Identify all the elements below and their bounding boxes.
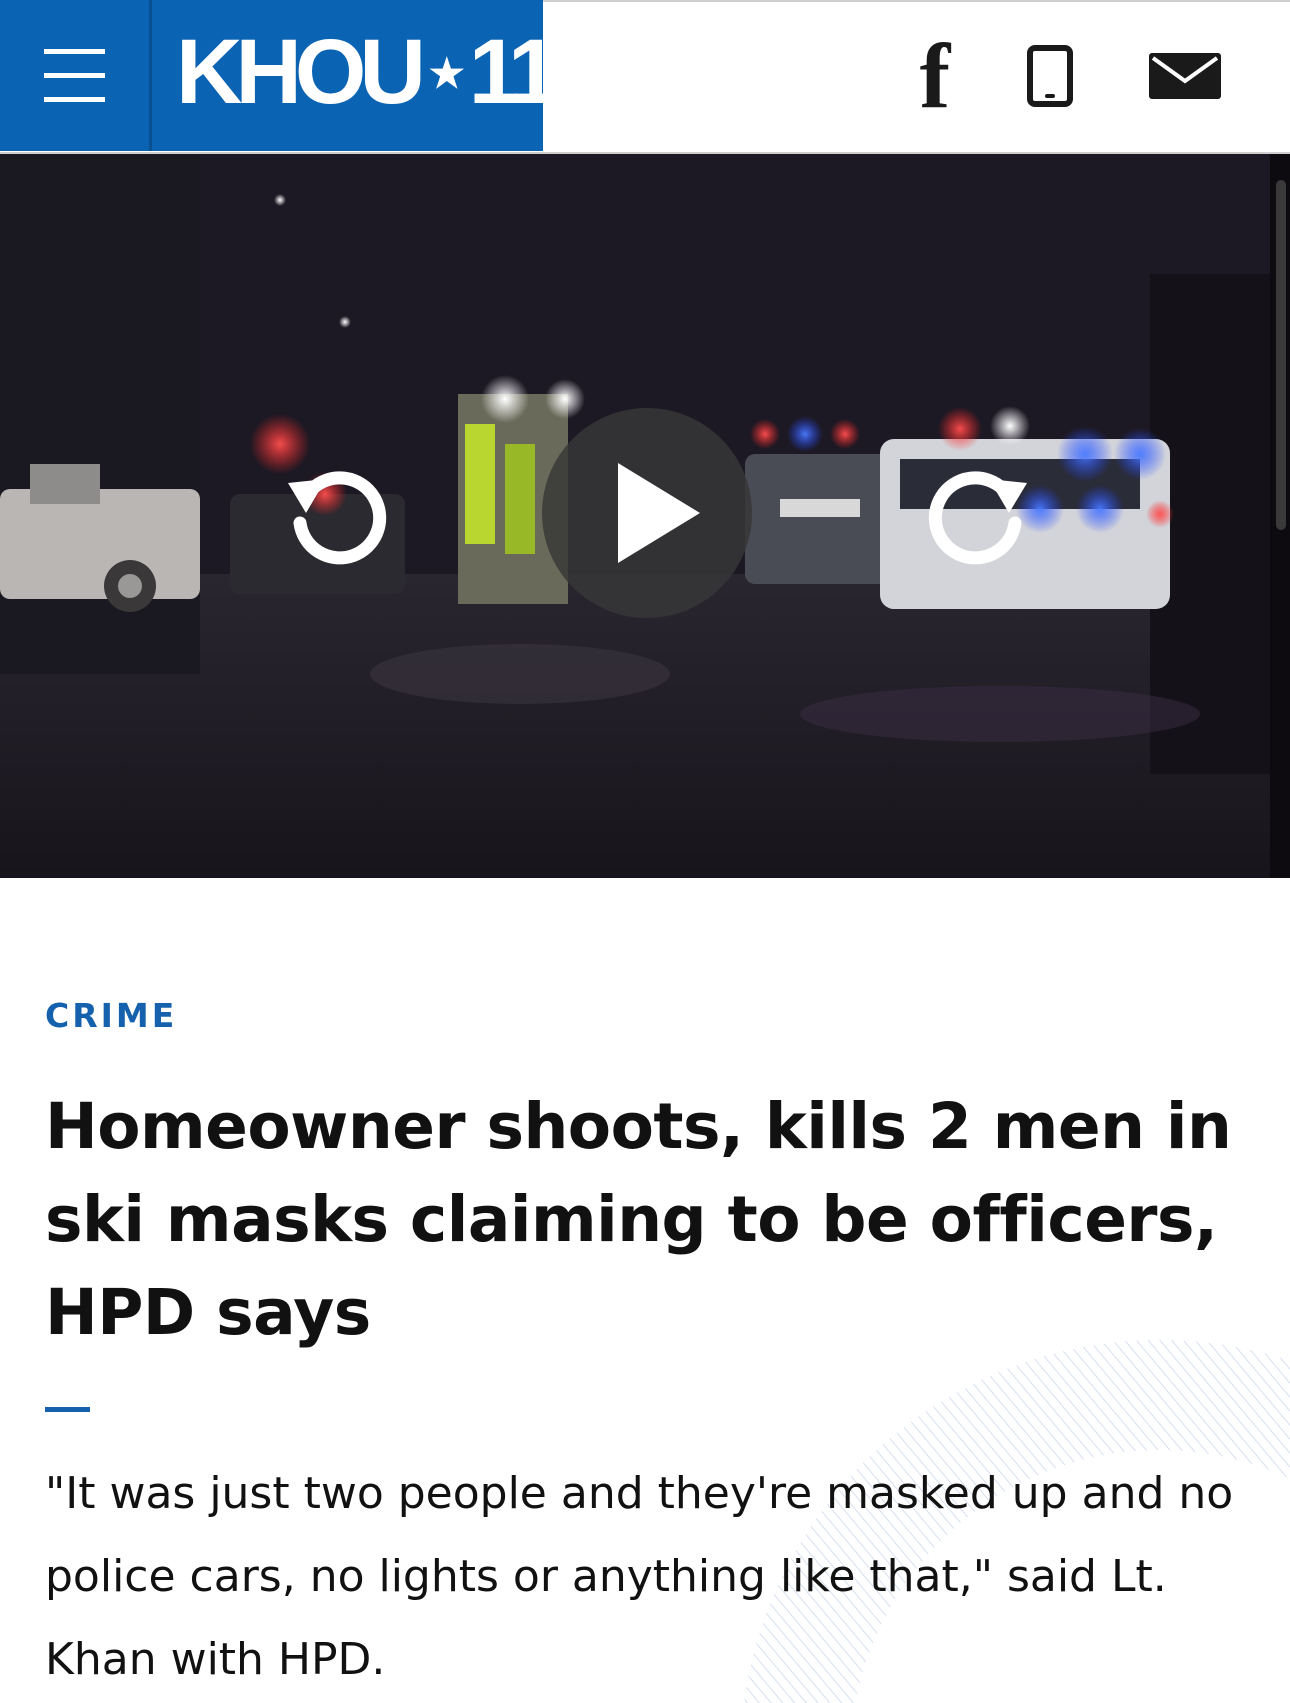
logo-text: KHOU — [176, 21, 426, 123]
envelope-icon — [1149, 53, 1221, 99]
article-summary: "It was just two people and they're mask… — [45, 1468, 1234, 1685]
video-scrollbar-thumb[interactable] — [1276, 180, 1286, 530]
menu-button[interactable] — [0, 0, 149, 151]
site-header: KHOU ★11 f — [0, 0, 1290, 154]
hamburger-menu-icon-bar — [44, 97, 105, 102]
logo-number: 11 — [468, 21, 559, 123]
site-logo[interactable]: KHOU ★11 — [176, 21, 559, 123]
mobile-phone-icon — [1027, 45, 1073, 107]
play-button[interactable] — [542, 408, 752, 618]
play-icon — [618, 463, 700, 563]
fast-forward-icon — [928, 471, 1027, 565]
rewind-icon — [288, 471, 387, 565]
brand-divider — [149, 0, 152, 151]
headline-divider — [45, 1407, 90, 1412]
share-text-message-button[interactable] — [1015, 36, 1085, 116]
hamburger-menu-icon — [44, 49, 105, 54]
video-player[interactable] — [0, 154, 1290, 878]
share-email-button[interactable] — [1140, 36, 1230, 116]
logo-star-icon: ★ — [428, 52, 465, 96]
rewind-button[interactable] — [280, 461, 390, 571]
share-facebook-button[interactable]: f — [900, 25, 970, 127]
brand-bar: KHOU ★11 — [0, 0, 559, 151]
facebook-icon: f — [919, 25, 951, 127]
hamburger-menu-icon-bar — [44, 73, 105, 78]
fast-forward-button[interactable] — [925, 461, 1035, 571]
video-scrollbar[interactable] — [1270, 154, 1290, 878]
article-headline: Homeowner shoots, kills 2 men in ski mas… — [45, 1090, 1232, 1349]
article-category[interactable]: CRIME — [45, 996, 177, 1035]
